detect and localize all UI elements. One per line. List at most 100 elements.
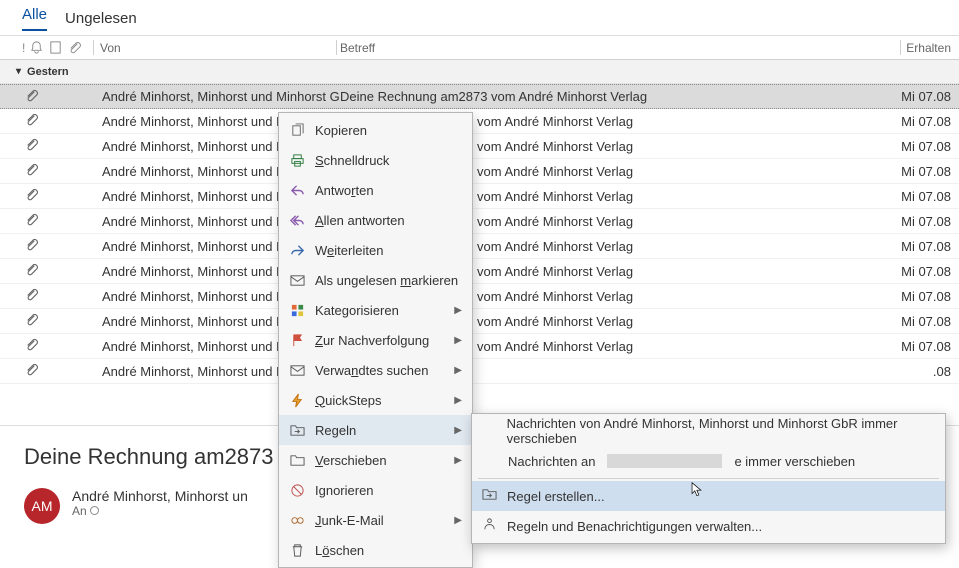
avatar: AM xyxy=(24,488,60,524)
attachment-icon xyxy=(24,262,40,280)
reply-icon xyxy=(289,182,305,198)
email-date: Mi 07.08 xyxy=(901,139,951,154)
menu-ignore[interactable]: Ignorieren xyxy=(279,475,472,505)
attachment-icon xyxy=(24,362,40,380)
email-row[interactable]: André Minhorst, Minhorst und N vom André… xyxy=(0,159,959,184)
create-rule-icon xyxy=(482,487,497,505)
email-subject: vom André Minhorst Verlag xyxy=(477,314,633,329)
menu-quickprint[interactable]: Schnelldruck xyxy=(279,145,472,175)
email-subject: vom André Minhorst Verlag xyxy=(477,189,633,204)
menu-related[interactable]: Verwandtes suchen ▶ xyxy=(279,355,472,385)
email-date: Mi 07.08 xyxy=(901,89,951,104)
attachment-icon xyxy=(24,112,40,130)
email-subject: vom André Minhorst Verlag xyxy=(477,114,633,129)
menu-move[interactable]: Verschieben ▶ xyxy=(279,445,472,475)
email-row[interactable]: André Minhorst, Minhorst und N vom André… xyxy=(0,184,959,209)
search-envelope-icon xyxy=(289,362,305,378)
menu-quicksteps[interactable]: QuickSteps ▶ xyxy=(279,385,472,415)
junk-icon xyxy=(289,512,305,528)
email-date: Mi 07.08 xyxy=(901,264,951,279)
submenu-always-move-from[interactable]: Nachrichten von André Minhorst, Minhorst… xyxy=(472,416,945,446)
attachment-icon xyxy=(24,187,40,205)
column-headers: ! Von Betreff Erhalten xyxy=(0,36,959,60)
folder-icon xyxy=(289,452,305,468)
email-context-menu: Kopieren Schnelldruck Antworten Allen an… xyxy=(278,112,473,568)
email-row[interactable]: André Minhorst, Minhorst und N vom André… xyxy=(0,109,959,134)
submenu-manage-rules[interactable]: Regeln und Benachrichtigungen verwalten.… xyxy=(472,511,945,541)
col-from[interactable]: Von xyxy=(100,41,121,55)
menu-copy[interactable]: Kopieren xyxy=(279,115,472,145)
menu-categorize[interactable]: Kategorisieren ▶ xyxy=(279,295,472,325)
recipient-icon xyxy=(90,506,99,515)
email-subject: Deine Rechnung am2873 vom André Minhorst… xyxy=(340,89,647,104)
email-row[interactable]: André Minhorst, Minhorst und N vom André… xyxy=(0,259,959,284)
menu-forward[interactable]: Weiterleiten xyxy=(279,235,472,265)
categories-icon xyxy=(289,302,305,318)
trash-icon xyxy=(289,542,305,558)
email-subject: vom André Minhorst Verlag xyxy=(477,164,633,179)
filter-tabs: Alle Ungelesen xyxy=(0,0,959,36)
email-subject: vom André Minhorst Verlag xyxy=(477,289,633,304)
manage-rules-icon xyxy=(482,517,497,535)
email-date: Mi 07.08 xyxy=(901,314,951,329)
menu-reply-all[interactable]: Allen antworten xyxy=(279,205,472,235)
menu-reply[interactable]: Antworten xyxy=(279,175,472,205)
email-date: Mi 07.08 xyxy=(901,214,951,229)
reminder-icon xyxy=(29,40,44,55)
menu-mark-unread[interactable]: Als ungelesen markieren xyxy=(279,265,472,295)
tab-all[interactable]: Alle xyxy=(22,6,47,31)
email-subject: vom André Minhorst Verlag xyxy=(477,139,633,154)
submenu-always-move-to[interactable]: Nachrichten ane immer verschieben xyxy=(472,446,945,476)
email-row[interactable]: André Minhorst, Minhorst und Minhorst Gb… xyxy=(0,84,959,109)
attachment-col-icon xyxy=(67,40,82,55)
lightning-icon xyxy=(289,392,305,408)
ignore-icon xyxy=(289,482,305,498)
email-subject: vom André Minhorst Verlag xyxy=(477,214,633,229)
email-date: .08 xyxy=(933,364,951,379)
email-list: André Minhorst, Minhorst und Minhorst Gb… xyxy=(0,84,959,384)
attachment-icon xyxy=(24,237,40,255)
redacted xyxy=(607,454,722,468)
col-subject[interactable]: Betreff xyxy=(340,41,375,55)
email-row[interactable]: André Minhorst, Minhorst und N .08 xyxy=(0,359,959,384)
email-row[interactable]: André Minhorst, Minhorst und N vom André… xyxy=(0,234,959,259)
submenu-create-rule[interactable]: Regel erstellen... xyxy=(472,481,945,511)
print-icon xyxy=(289,152,305,168)
envelope-icon xyxy=(289,272,305,288)
group-yesterday[interactable]: ▾ Gestern xyxy=(0,60,959,84)
col-received[interactable]: Erhalten xyxy=(906,41,951,55)
menu-rules[interactable]: Regeln ▶ xyxy=(279,415,472,445)
email-date: Mi 07.08 xyxy=(901,239,951,254)
importance-icon: ! xyxy=(22,41,25,55)
forward-icon xyxy=(289,242,305,258)
email-row[interactable]: André Minhorst, Minhorst und N vom André… xyxy=(0,309,959,334)
email-subject: vom André Minhorst Verlag xyxy=(477,339,633,354)
chevron-right-icon: ▶ xyxy=(454,305,462,316)
move-folder-icon xyxy=(289,422,305,438)
email-subject: vom André Minhorst Verlag xyxy=(477,264,633,279)
email-date: Mi 07.08 xyxy=(901,339,951,354)
email-sender: André Minhorst, Minhorst und Minhorst Gb… xyxy=(102,89,339,104)
copy-icon xyxy=(289,122,305,138)
email-row[interactable]: André Minhorst, Minhorst und N vom André… xyxy=(0,334,959,359)
email-date: Mi 07.08 xyxy=(901,164,951,179)
rules-submenu: Nachrichten von André Minhorst, Minhorst… xyxy=(471,413,946,544)
email-date: Mi 07.08 xyxy=(901,289,951,304)
email-date: Mi 07.08 xyxy=(901,189,951,204)
tab-unread[interactable]: Ungelesen xyxy=(65,10,137,27)
menu-delete[interactable]: Löschen xyxy=(279,535,472,565)
email-row[interactable]: André Minhorst, Minhorst und N vom André… xyxy=(0,209,959,234)
menu-junk[interactable]: Junk-E-Mail ▶ xyxy=(279,505,472,535)
email-row[interactable]: André Minhorst, Minhorst und N vom André… xyxy=(0,134,959,159)
reply-all-icon xyxy=(289,212,305,228)
email-subject: vom André Minhorst Verlag xyxy=(477,239,633,254)
attachment-icon xyxy=(24,212,40,230)
menu-follow-up[interactable]: Zur Nachverfolgung ▶ xyxy=(279,325,472,355)
email-row[interactable]: André Minhorst, Minhorst und N vom André… xyxy=(0,284,959,309)
flag-icon xyxy=(289,332,305,348)
attachment-icon xyxy=(24,162,40,180)
attachment-icon xyxy=(24,287,40,305)
group-label: Gestern xyxy=(27,66,69,78)
attachment-icon xyxy=(24,88,40,106)
attachment-icon xyxy=(24,337,40,355)
